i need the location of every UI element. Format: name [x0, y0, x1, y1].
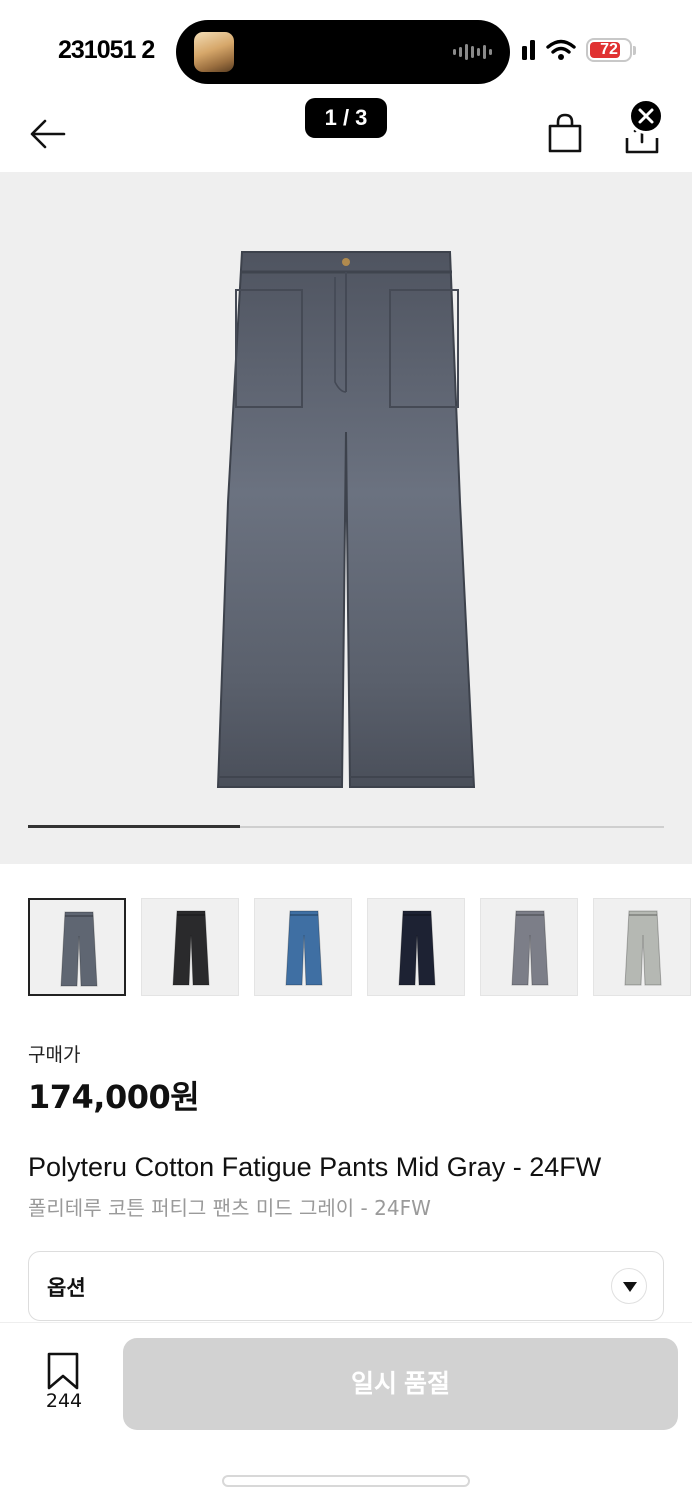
- battery-percentage: 72: [600, 41, 618, 58]
- price-label: 구매가: [28, 1044, 81, 1066]
- gallery-progress-fill: [28, 825, 240, 828]
- close-icon[interactable]: [628, 98, 664, 134]
- wifi-icon: [546, 39, 576, 60]
- bookmark-button[interactable]: 244: [36, 1352, 92, 1422]
- color-thumbnails: [28, 898, 692, 998]
- bookmark-icon: [47, 1352, 79, 1390]
- gallery-progress: [28, 825, 664, 828]
- now-playing-artwork: [194, 32, 234, 72]
- top-nav: 1 / 3: [0, 90, 692, 172]
- option-label: 옵션: [47, 1276, 86, 1300]
- pants-thumbnail-image: [60, 911, 98, 987]
- product-image-gallery[interactable]: [0, 172, 692, 864]
- pants-thumbnail-image: [398, 910, 436, 986]
- image-counter: 1 / 3: [305, 98, 387, 138]
- signal-icon: [522, 40, 535, 60]
- battery-icon: 72: [586, 38, 636, 62]
- color-thumbnail[interactable]: [28, 898, 126, 996]
- product-image: [216, 251, 476, 788]
- pants-thumbnail-image: [511, 910, 549, 986]
- status-indicators: 72: [522, 38, 636, 62]
- dynamic-island[interactable]: [176, 20, 510, 84]
- product-name-ko: 폴리테루 코튼 퍼티그 팬츠 미드 그레이 - 24FW: [28, 1196, 431, 1220]
- color-thumbnail[interactable]: [141, 898, 239, 996]
- sold-out-button[interactable]: 일시 품절: [123, 1338, 678, 1430]
- pants-thumbnail-image: [285, 910, 323, 986]
- status-bar: 231051 2 72: [0, 0, 692, 90]
- bottom-divider: [0, 1322, 692, 1323]
- color-thumbnail[interactable]: [480, 898, 578, 996]
- arrow-left-icon[interactable]: [26, 112, 70, 156]
- audio-wave-icon: [453, 44, 492, 60]
- product-name-en: Polyteru Cotton Fatigue Pants Mid Gray -…: [28, 1152, 602, 1182]
- pants-thumbnail-image: [624, 910, 662, 986]
- color-thumbnail[interactable]: [593, 898, 691, 996]
- color-thumbnail[interactable]: [367, 898, 465, 996]
- product-price: 174,000원: [28, 1078, 200, 1116]
- option-select[interactable]: 옵션: [28, 1251, 664, 1321]
- shopping-bag-icon[interactable]: [545, 112, 585, 154]
- pants-thumbnail-image: [172, 910, 210, 986]
- home-indicator: [222, 1475, 470, 1487]
- status-time: 231051 2: [58, 36, 155, 64]
- bookmark-count: 244: [45, 1390, 83, 1412]
- chevron-down-icon: [611, 1268, 647, 1304]
- color-thumbnail[interactable]: [254, 898, 352, 996]
